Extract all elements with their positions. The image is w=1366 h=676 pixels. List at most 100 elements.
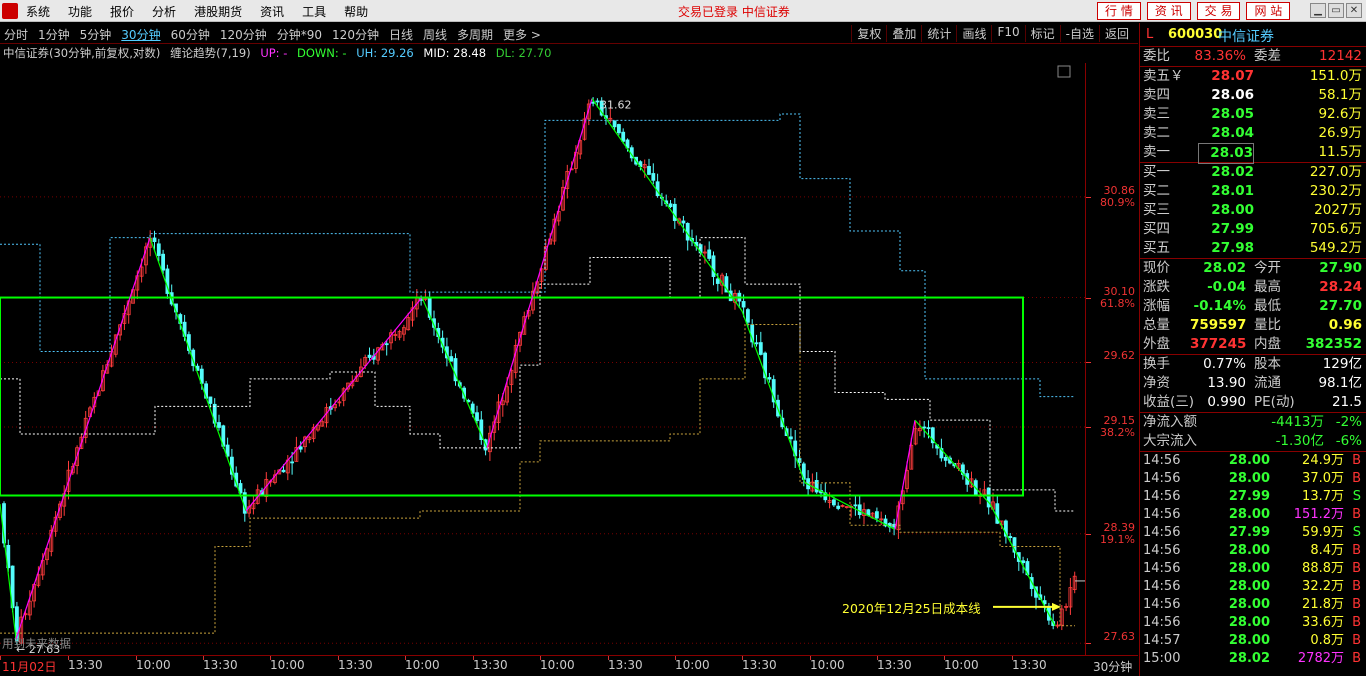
asks-volume: 58.1万: [1318, 87, 1362, 103]
candle-body: [926, 427, 931, 430]
stat-label: 内盘: [1254, 336, 1281, 352]
weicha-value: 12142: [1319, 48, 1362, 64]
menu-help[interactable]: 帮助: [344, 3, 368, 20]
stat-value: 28.02: [1203, 260, 1246, 276]
stat-value: -0.14%: [1193, 298, 1246, 314]
stock-title: 中信证券(30分钟,前复权,对数): [3, 46, 161, 60]
bids-row[interactable]: 买二 28.01 230.2万: [1140, 182, 1366, 201]
flow-label: 净流入额: [1143, 414, 1197, 430]
asks-volume: 26.9万: [1318, 125, 1362, 141]
flow-value: -4413万: [1271, 414, 1324, 430]
tick-direction: B: [1352, 579, 1361, 594]
period-tab-8[interactable]: 日线: [389, 26, 413, 43]
asks-volume: 11.5万: [1318, 144, 1362, 160]
tick-price: 28.00: [1228, 561, 1270, 576]
candle-body: [754, 342, 759, 345]
weibi-value: 83.36%: [1194, 48, 1246, 64]
asks-row[interactable]: 卖二 28.04 26.9万: [1140, 124, 1366, 143]
tick-time: 14:56: [1143, 561, 1181, 576]
time-tick: [742, 656, 743, 660]
asks-volume: 92.6万: [1318, 106, 1362, 122]
asks-row[interactable]: 卖四 28.06 58.1万: [1140, 86, 1366, 105]
period-tab-10[interactable]: 多周期: [457, 26, 493, 43]
menu-hk-futures[interactable]: 港股期货: [194, 3, 242, 20]
asks-label: 卖二: [1143, 125, 1170, 141]
indicator-name[interactable]: 缠论趋势(7,19): [170, 46, 251, 60]
tick-volume: 151.2万: [1293, 507, 1344, 522]
axis-pct-label: 19.1%: [1100, 532, 1135, 546]
tool-4[interactable]: F10: [991, 25, 1024, 42]
period-tab-6[interactable]: 分钟*90: [277, 26, 322, 43]
tool-6[interactable]: -自选: [1059, 25, 1099, 42]
menu-info[interactable]: 资讯: [260, 3, 284, 20]
stat-label: 最高: [1254, 279, 1281, 295]
time-tick: [540, 656, 541, 660]
tick-time: 14:56: [1143, 471, 1181, 486]
period-tab-11[interactable]: 更多 >: [503, 26, 541, 43]
tool-5[interactable]: 标记: [1024, 25, 1060, 42]
tick-price: 27.99: [1228, 525, 1270, 540]
time-label: 10:00: [675, 658, 710, 672]
bids-price: 28.02: [1211, 164, 1254, 180]
stat-row: 涨跌 -0.04 最高 28.24: [1140, 278, 1366, 297]
tool-1[interactable]: 叠加: [886, 25, 921, 42]
asks-row[interactable]: 卖三 28.05 92.6万: [1140, 105, 1366, 124]
period-tab-7[interactable]: 120分钟: [332, 26, 379, 43]
news-button[interactable]: 资 讯: [1146, 2, 1191, 20]
fin-row: 换手 0.77% 股本 129亿: [1140, 355, 1366, 374]
time-tick: [0, 656, 1, 660]
tick-price: 28.00: [1228, 579, 1270, 594]
bids-volume: 230.2万: [1309, 183, 1362, 199]
asks-price: 28.07: [1211, 68, 1254, 84]
candle-body: [647, 166, 651, 175]
period-tab-1[interactable]: 1分钟: [38, 26, 70, 43]
candle-body: [922, 426, 927, 429]
minimize-icon[interactable]: ▁: [1310, 3, 1326, 18]
app-logo-icon: [2, 3, 18, 19]
asks-row[interactable]: 卖五￥ 28.07 151.0万: [1140, 67, 1366, 86]
tool-3[interactable]: 画线: [956, 25, 991, 42]
time-label: 13:30: [608, 658, 643, 672]
stat-value: -0.04: [1207, 279, 1246, 295]
bids-row[interactable]: 买一 28.02 227.0万: [1140, 163, 1366, 182]
tool-7[interactable]: 返回: [1098, 25, 1134, 42]
period-tab-3[interactable]: 30分钟: [121, 26, 160, 43]
candle-body: [943, 456, 948, 461]
tool-0[interactable]: 复权: [851, 25, 886, 42]
kline-chart[interactable]: 31.62← 27.632020年12月25日成本线用到未来数据: [0, 63, 1085, 655]
central-pivot-box[interactable]: [0, 296, 1024, 497]
chart-close-icon[interactable]: [1057, 65, 1071, 78]
quote-button[interactable]: 行 情: [1097, 2, 1141, 20]
tick-volume: 13.7万: [1302, 489, 1344, 504]
close-icon[interactable]: ✕: [1346, 3, 1362, 18]
bids-row[interactable]: 买三 28.00 2027万: [1140, 201, 1366, 220]
menu-quote[interactable]: 报价: [110, 3, 134, 20]
bids-label: 买一: [1143, 164, 1170, 180]
bids-price: 28.00: [1211, 202, 1254, 218]
menu-function[interactable]: 功能: [68, 3, 92, 20]
period-tab-5[interactable]: 120分钟: [220, 26, 267, 43]
tool-2[interactable]: 统计: [921, 25, 956, 42]
maximize-icon[interactable]: ▭: [1328, 3, 1344, 18]
period-tab-2[interactable]: 5分钟: [80, 26, 112, 43]
menu-system[interactable]: 系统: [26, 3, 50, 20]
axis-price-label: 29.62: [1103, 349, 1136, 363]
bids-row[interactable]: 买四 27.99 705.6万: [1140, 220, 1366, 239]
period-tab-0[interactable]: 分时: [4, 26, 28, 43]
bids-row[interactable]: 买五 27.98 549.2万: [1140, 239, 1366, 258]
candle-body: [217, 422, 221, 428]
website-button[interactable]: 网 站: [1246, 2, 1291, 20]
asks-row[interactable]: 卖一 28.03 11.5万: [1140, 143, 1366, 164]
period-tab-9[interactable]: 周线: [423, 26, 447, 43]
period-label[interactable]: 30分钟: [1093, 658, 1132, 675]
candle-body: [161, 253, 166, 271]
menu-analysis[interactable]: 分析: [152, 3, 176, 20]
trade-button[interactable]: 交 易: [1196, 2, 1241, 20]
time-label: 13:30: [68, 658, 103, 672]
period-tab-4[interactable]: 60分钟: [171, 26, 210, 43]
cost-line-annotation: 2020年12月25日成本线: [842, 601, 981, 616]
candle-body: [853, 504, 858, 507]
stat-value: 28.24: [1319, 279, 1362, 295]
stat-label: 最低: [1254, 298, 1281, 314]
menu-tools[interactable]: 工具: [302, 3, 326, 20]
